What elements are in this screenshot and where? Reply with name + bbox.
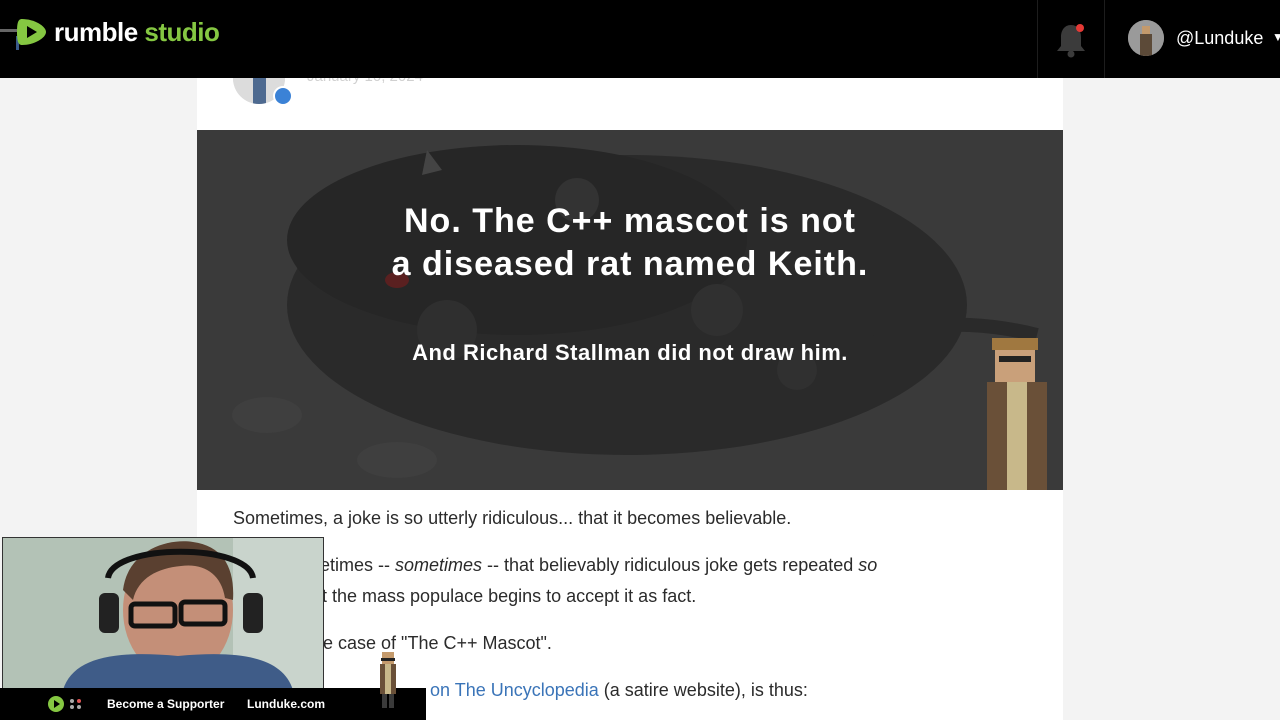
paragraph-2-line2: t the mass populace begins to accept it … <box>322 586 697 606</box>
uncyclopedia-link[interactable]: on The Uncyclopedia <box>430 680 599 700</box>
paragraph-2-text: etimes -- <box>320 555 396 575</box>
username-label[interactable]: @Lunduke <box>1176 28 1263 49</box>
rat-illustration <box>232 145 1047 490</box>
paragraph-2-line1: etimes -- sometimes -- that believably r… <box>320 555 877 576</box>
logo-text: rumble studio <box>54 16 220 47</box>
paragraph-2-emphasis-so: so <box>858 555 878 575</box>
dots-icon <box>70 699 81 709</box>
paragraph-2-text: -- that believably ridiculous joke gets … <box>482 555 859 575</box>
hero-text-line3: And Richard Stallman did not draw him. <box>412 340 848 365</box>
paragraph-1: Sometimes, a joke is so utterly ridiculo… <box>233 508 792 528</box>
paragraph-3: he case of "The C++ Mascot". <box>313 633 552 653</box>
top-bar: rumble studio @Lunduke ▼ <box>0 0 1280 78</box>
paragraph-2-emphasis: sometimes <box>395 555 483 575</box>
rumble-play-icon[interactable] <box>48 696 64 712</box>
rumble-studio-logo[interactable]: rumble studio <box>0 10 220 54</box>
hero-image: No. The C++ mascot is not a diseased rat… <box>197 130 1063 490</box>
pixel-character-icon <box>380 652 396 708</box>
lunduke-site-link[interactable]: Lunduke.com <box>247 697 325 711</box>
webcam-overlay <box>2 537 324 691</box>
verified-badge-icon <box>273 86 293 106</box>
rumble-logo-icon <box>0 10 54 54</box>
hero-text-line1: No. The C++ mascot is not <box>404 202 856 240</box>
notification-dot <box>1076 24 1084 32</box>
topbar-divider <box>1104 0 1105 78</box>
stream-bottom-bar: Become a Supporter Lunduke.com <box>0 688 426 720</box>
hero-text-line2: a diseased rat named Keith. <box>391 245 869 283</box>
paragraph-4-text: (a satire website), is thus: <box>598 680 808 700</box>
paragraph-4: on The Uncyclopedia (a satire website), … <box>430 680 808 701</box>
topbar-divider <box>1037 0 1038 78</box>
chevron-down-icon[interactable]: ▼ <box>1272 30 1280 44</box>
become-supporter-link[interactable]: Become a Supporter <box>107 697 224 711</box>
article-body: January 10, 2024 No. The C++ mascot is n… <box>197 52 1063 720</box>
user-avatar[interactable] <box>1128 20 1164 56</box>
logo-studio-text: studio <box>137 16 220 47</box>
